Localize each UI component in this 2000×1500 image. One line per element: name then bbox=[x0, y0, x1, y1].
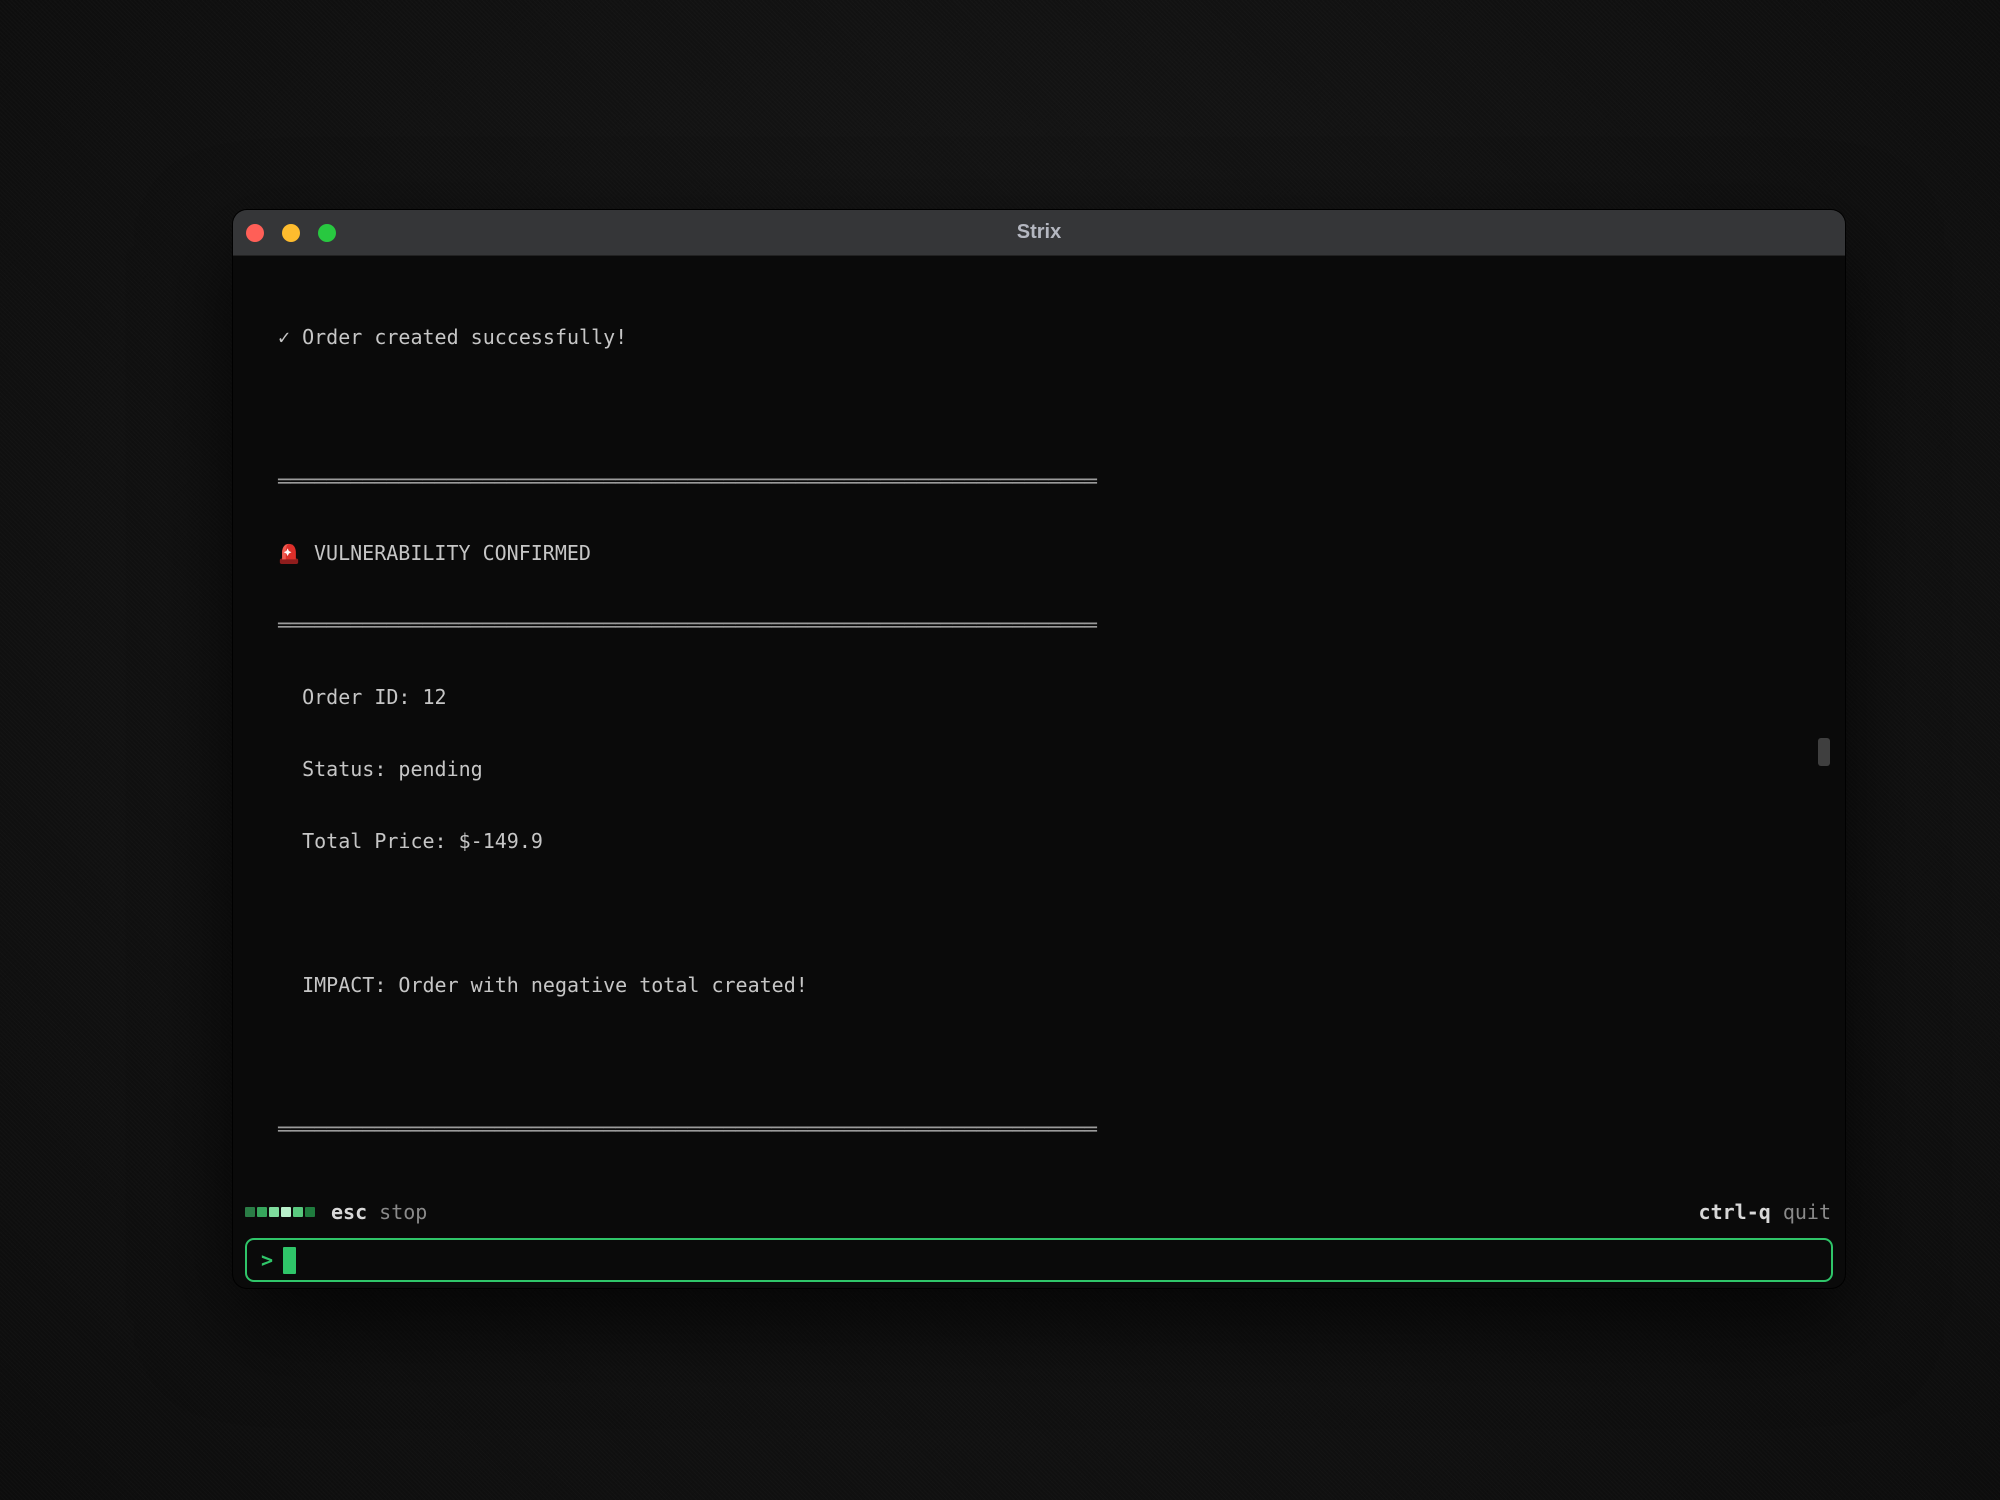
order-success-line: ✓ Order created successfully! bbox=[278, 325, 1805, 349]
scrollbar-thumb[interactable] bbox=[1818, 738, 1830, 766]
activity-spinner-icon bbox=[245, 1207, 315, 1217]
order-status-line: Status: pending bbox=[278, 757, 1805, 781]
quit-action-label: quit bbox=[1783, 1200, 1831, 1224]
esc-key-hint: esc bbox=[331, 1200, 367, 1224]
command-input[interactable]: > bbox=[245, 1238, 1833, 1282]
prompt-symbol: > bbox=[261, 1248, 273, 1272]
terminal-output: ✓ Order created successfully! ═══════════… bbox=[233, 256, 1845, 1186]
separator-line: ════════════════════════════════════════… bbox=[278, 1117, 1805, 1141]
status-bar: esc stop ctrl-q quit bbox=[233, 1200, 1845, 1224]
order-success-text: Order created successfully! bbox=[302, 325, 627, 349]
window-title: Strix bbox=[233, 221, 1845, 244]
status-left: esc stop bbox=[245, 1200, 427, 1224]
text-cursor bbox=[283, 1247, 296, 1274]
separator-line: ════════════════════════════════════════… bbox=[278, 613, 1805, 637]
status-right: ctrl-q quit bbox=[1699, 1200, 1831, 1224]
vulnerability-confirmed-banner: VULNERABILITY CONFIRMED bbox=[278, 541, 1805, 565]
separator-line: ════════════════════════════════════════… bbox=[278, 469, 1805, 493]
terminal-scroll-area[interactable]: ✓ Order created successfully! ═══════════… bbox=[233, 256, 1845, 1186]
quit-key-hint: ctrl-q bbox=[1699, 1200, 1771, 1224]
window-titlebar[interactable]: Strix bbox=[233, 210, 1845, 256]
vulnerability-confirmed-title: VULNERABILITY CONFIRMED bbox=[314, 541, 591, 565]
esc-action-label: stop bbox=[379, 1200, 427, 1224]
impact-line: IMPACT: Order with negative total create… bbox=[278, 973, 1805, 997]
siren-icon bbox=[278, 541, 300, 565]
order-id-line: Order ID: 12 bbox=[278, 685, 1805, 709]
order-total-line: Total Price: $-149.9 bbox=[278, 829, 1805, 853]
app-window: Strix ✓ Order created successfully! ═════… bbox=[233, 210, 1845, 1288]
check-icon: ✓ bbox=[278, 325, 290, 349]
